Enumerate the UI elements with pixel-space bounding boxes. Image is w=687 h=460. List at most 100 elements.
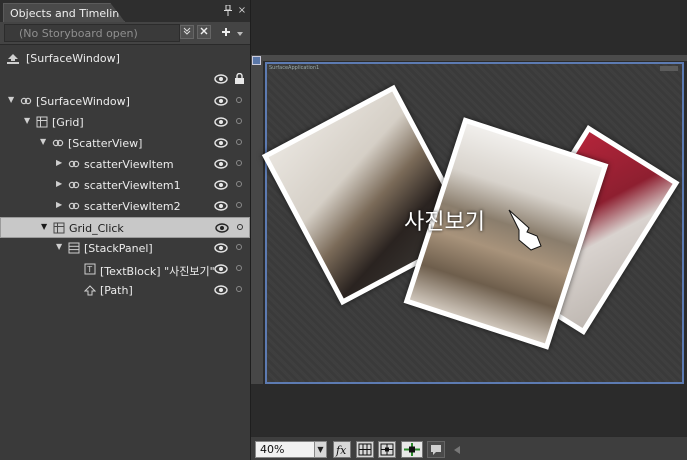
plus-icon <box>222 28 230 36</box>
lock-toggle-dot[interactable] <box>236 244 242 250</box>
view-photos-text[interactable]: 사진보기 <box>404 204 485 236</box>
storyboard-dropdown-button[interactable] <box>180 25 194 39</box>
snap-grid-icon <box>380 443 394 456</box>
tree-item-surfacewindow[interactable]: ▼ [SurfaceWindow] <box>0 91 250 112</box>
zoom-value: 40% <box>260 443 285 456</box>
snap-to-snaplines-button[interactable] <box>401 441 423 458</box>
expand-open-icon[interactable]: ▼ <box>40 138 48 146</box>
artboard-top-strip <box>251 55 687 61</box>
caret-down-icon <box>237 32 243 36</box>
scatterview-icon <box>52 137 64 149</box>
visibility-eye-icon[interactable] <box>214 285 228 295</box>
path-icon <box>83 284 97 296</box>
scroll-left-icon[interactable] <box>454 446 460 454</box>
tab-objects-and-timeline[interactable]: Objects and Timeline <box>3 3 125 22</box>
expand-open-icon[interactable]: ▼ <box>24 117 32 125</box>
expand-closed-icon[interactable]: ▶ <box>56 180 64 188</box>
visibility-eye-icon[interactable] <box>215 223 229 233</box>
grid-icon <box>53 222 65 234</box>
close-panel-icon[interactable]: × <box>236 5 248 17</box>
lock-toggle-dot[interactable] <box>236 202 242 208</box>
tree-item-scatterviewitem[interactable]: ▶ scatterViewItem <box>0 154 250 175</box>
lock-toggle-dot[interactable] <box>236 118 242 124</box>
snapline-icon <box>404 443 420 456</box>
lock-toggle-dot[interactable] <box>237 224 243 230</box>
scope-root-row[interactable]: [SurfaceWindow] <box>0 48 250 70</box>
show-all-eye-icon[interactable] <box>214 74 228 84</box>
tree-item-label: [Grid] <box>52 116 84 129</box>
tree-item-label: [TextBlock] "사진보기" <box>100 265 215 278</box>
surfacewindow-icon <box>20 95 32 107</box>
annotations-button[interactable] <box>427 441 445 458</box>
storyboard-menu-button[interactable] <box>236 28 244 36</box>
storyboard-placeholder: (No Storyboard open) <box>19 27 138 40</box>
artboard-corner-icon[interactable] <box>252 56 261 65</box>
scope-up-icon[interactable] <box>6 53 20 65</box>
scatterview-icon <box>68 158 80 170</box>
visibility-eye-icon[interactable] <box>214 138 228 148</box>
lock-toggle-dot[interactable] <box>236 160 242 166</box>
tree-item-textblock[interactable]: T [TextBlock] "사진보기" <box>0 259 250 280</box>
textblock-icon: T <box>84 263 96 275</box>
expand-closed-icon[interactable]: ▶ <box>56 159 64 167</box>
tree-item-label: scatterViewItem1 <box>84 179 181 192</box>
tab-label: Objects and Timeline <box>10 7 127 20</box>
lock-toggle-dot[interactable] <box>236 97 242 103</box>
scatterview-icon <box>68 200 80 212</box>
tree-item-grid[interactable]: ▼ [Grid] <box>0 112 250 133</box>
tree-item-scatterviewitem2[interactable]: ▶ scatterViewItem2 <box>0 196 250 217</box>
zoom-field[interactable]: 40% <box>255 441 315 458</box>
tree-item-label: [ScatterView] <box>68 137 143 150</box>
snap-to-grid-button[interactable] <box>378 441 396 458</box>
storyboard-row: (No Storyboard open) <box>0 22 250 45</box>
lock-toggle-dot[interactable] <box>236 265 242 271</box>
grid-icon <box>358 443 372 456</box>
pin-icon[interactable] <box>222 4 234 17</box>
storyboard-selector[interactable]: (No Storyboard open) <box>4 24 180 42</box>
fx-icon: fx <box>335 444 347 457</box>
expand-open-icon[interactable]: ▼ <box>41 223 49 231</box>
lock-all-icon[interactable] <box>234 73 245 85</box>
svg-text:fx: fx <box>335 444 347 457</box>
visibility-eye-icon[interactable] <box>214 159 228 169</box>
lock-toggle-dot[interactable] <box>236 139 242 145</box>
lock-toggle-dot[interactable] <box>236 181 242 187</box>
grid-toggle-button[interactable] <box>356 441 374 458</box>
effects-toggle-button[interactable]: fx <box>333 441 351 458</box>
visibility-eye-icon[interactable] <box>214 264 228 274</box>
speech-bubble-icon <box>431 445 441 455</box>
visibility-eye-icon[interactable] <box>214 96 228 106</box>
tree-item-path[interactable]: [Path] <box>0 280 250 301</box>
tree-item-scatterview[interactable]: ▼ [ScatterView] <box>0 133 250 154</box>
panel-tab-bar: Objects and Timeline × <box>0 0 250 22</box>
artboard-left-strip <box>251 60 263 384</box>
stackpanel-icon <box>68 242 80 254</box>
tree-item-label: [SurfaceWindow] <box>36 95 130 108</box>
close-icon <box>200 27 208 35</box>
new-storyboard-button[interactable] <box>219 25 233 39</box>
visibility-eye-icon[interactable] <box>214 201 228 211</box>
objects-and-timeline-panel: Objects and Timeline × (No Storyboard op… <box>0 0 251 460</box>
visibility-eye-icon[interactable] <box>214 243 228 253</box>
grid-icon <box>36 116 48 128</box>
zoom-dropdown-button[interactable]: ▼ <box>314 441 327 458</box>
scope-root-label: [SurfaceWindow] <box>26 52 120 65</box>
tree-item-label: Grid_Click <box>69 222 124 235</box>
svg-text:T: T <box>86 265 92 274</box>
surface-window-buttons <box>660 66 678 71</box>
expand-closed-icon[interactable]: ▶ <box>56 201 64 209</box>
visibility-eye-icon[interactable] <box>214 180 228 190</box>
tree-item-scatterviewitem1[interactable]: ▶ scatterViewItem1 <box>0 175 250 196</box>
visibility-eye-icon[interactable] <box>214 117 228 127</box>
artboard-toolbar: 40% ▼ fx <box>251 436 687 460</box>
pointer-hand-icon[interactable] <box>505 206 545 252</box>
lock-toggle-dot[interactable] <box>236 286 242 292</box>
surface-window-title: SurfaceApplication1 <box>269 65 320 71</box>
expand-open-icon[interactable]: ▼ <box>8 96 16 104</box>
tree-item-label: scatterViewItem <box>84 158 174 171</box>
expand-open-icon[interactable]: ▼ <box>56 243 64 251</box>
tree-item-grid-click[interactable]: ▼ Grid_Click <box>0 217 250 238</box>
close-storyboard-button[interactable] <box>197 25 211 39</box>
tree-item-label: [StackPanel] <box>84 242 153 255</box>
tree-item-stackpanel[interactable]: ▼ [StackPanel] <box>0 238 250 259</box>
